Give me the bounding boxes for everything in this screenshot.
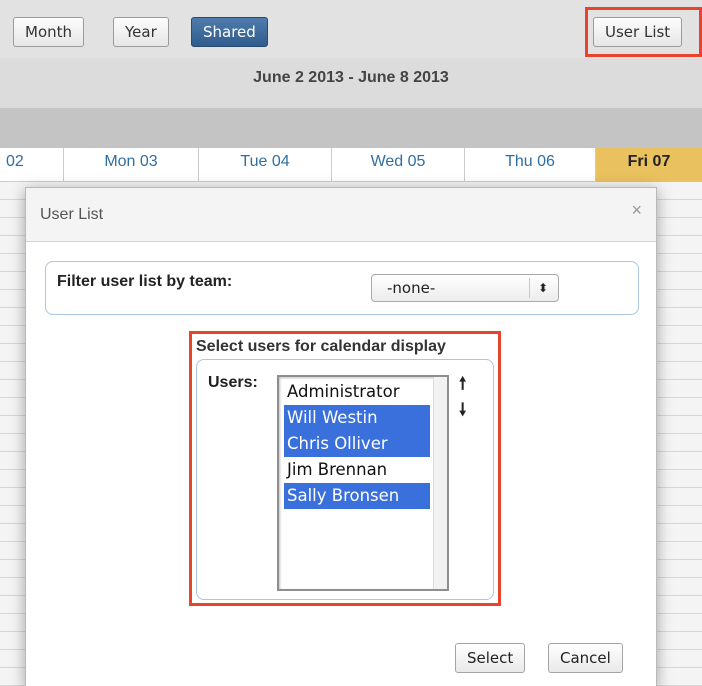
day-header-mon[interactable]: Mon 03: [64, 148, 199, 182]
day-header-sun[interactable]: 02: [0, 148, 64, 182]
cancel-button[interactable]: Cancel: [548, 643, 623, 673]
users-highlight: [189, 331, 501, 606]
select-divider: [529, 278, 530, 298]
team-select[interactable]: -none- ⬍: [371, 274, 559, 302]
day-header-fri[interactable]: Fri 07: [596, 148, 702, 182]
dialog-title: User List: [40, 206, 104, 223]
team-select-value: -none-: [387, 279, 436, 297]
team-filter-label: Filter user list by team:: [57, 273, 233, 290]
day-header-tue[interactable]: Tue 04: [199, 148, 332, 182]
calendar-toolbar: Month Year Shared User List: [0, 0, 702, 58]
calendar-band: [0, 108, 702, 148]
shared-view-button[interactable]: Shared: [191, 17, 268, 47]
select-button[interactable]: Select: [455, 643, 526, 673]
week-day-header: 02 Mon 03 Tue 04 Wed 05 Thu 06 Fri 07: [0, 148, 702, 182]
day-header-wed[interactable]: Wed 05: [332, 148, 465, 182]
date-range-title: June 2 2013 - June 8 2013: [0, 58, 702, 108]
team-filter-panel: Filter user list by team: -none- ⬍: [45, 261, 639, 315]
select-arrows-icon: ⬍: [537, 281, 548, 295]
user-list-dialog: User List × Filter user list by team: -n…: [25, 187, 657, 686]
dialog-header: User List ×: [26, 188, 656, 242]
year-view-button[interactable]: Year: [113, 17, 169, 47]
month-view-button[interactable]: Month: [13, 17, 85, 47]
day-header-thu[interactable]: Thu 06: [465, 148, 596, 182]
close-icon[interactable]: ×: [631, 200, 642, 221]
user-list-highlight: [585, 7, 702, 57]
